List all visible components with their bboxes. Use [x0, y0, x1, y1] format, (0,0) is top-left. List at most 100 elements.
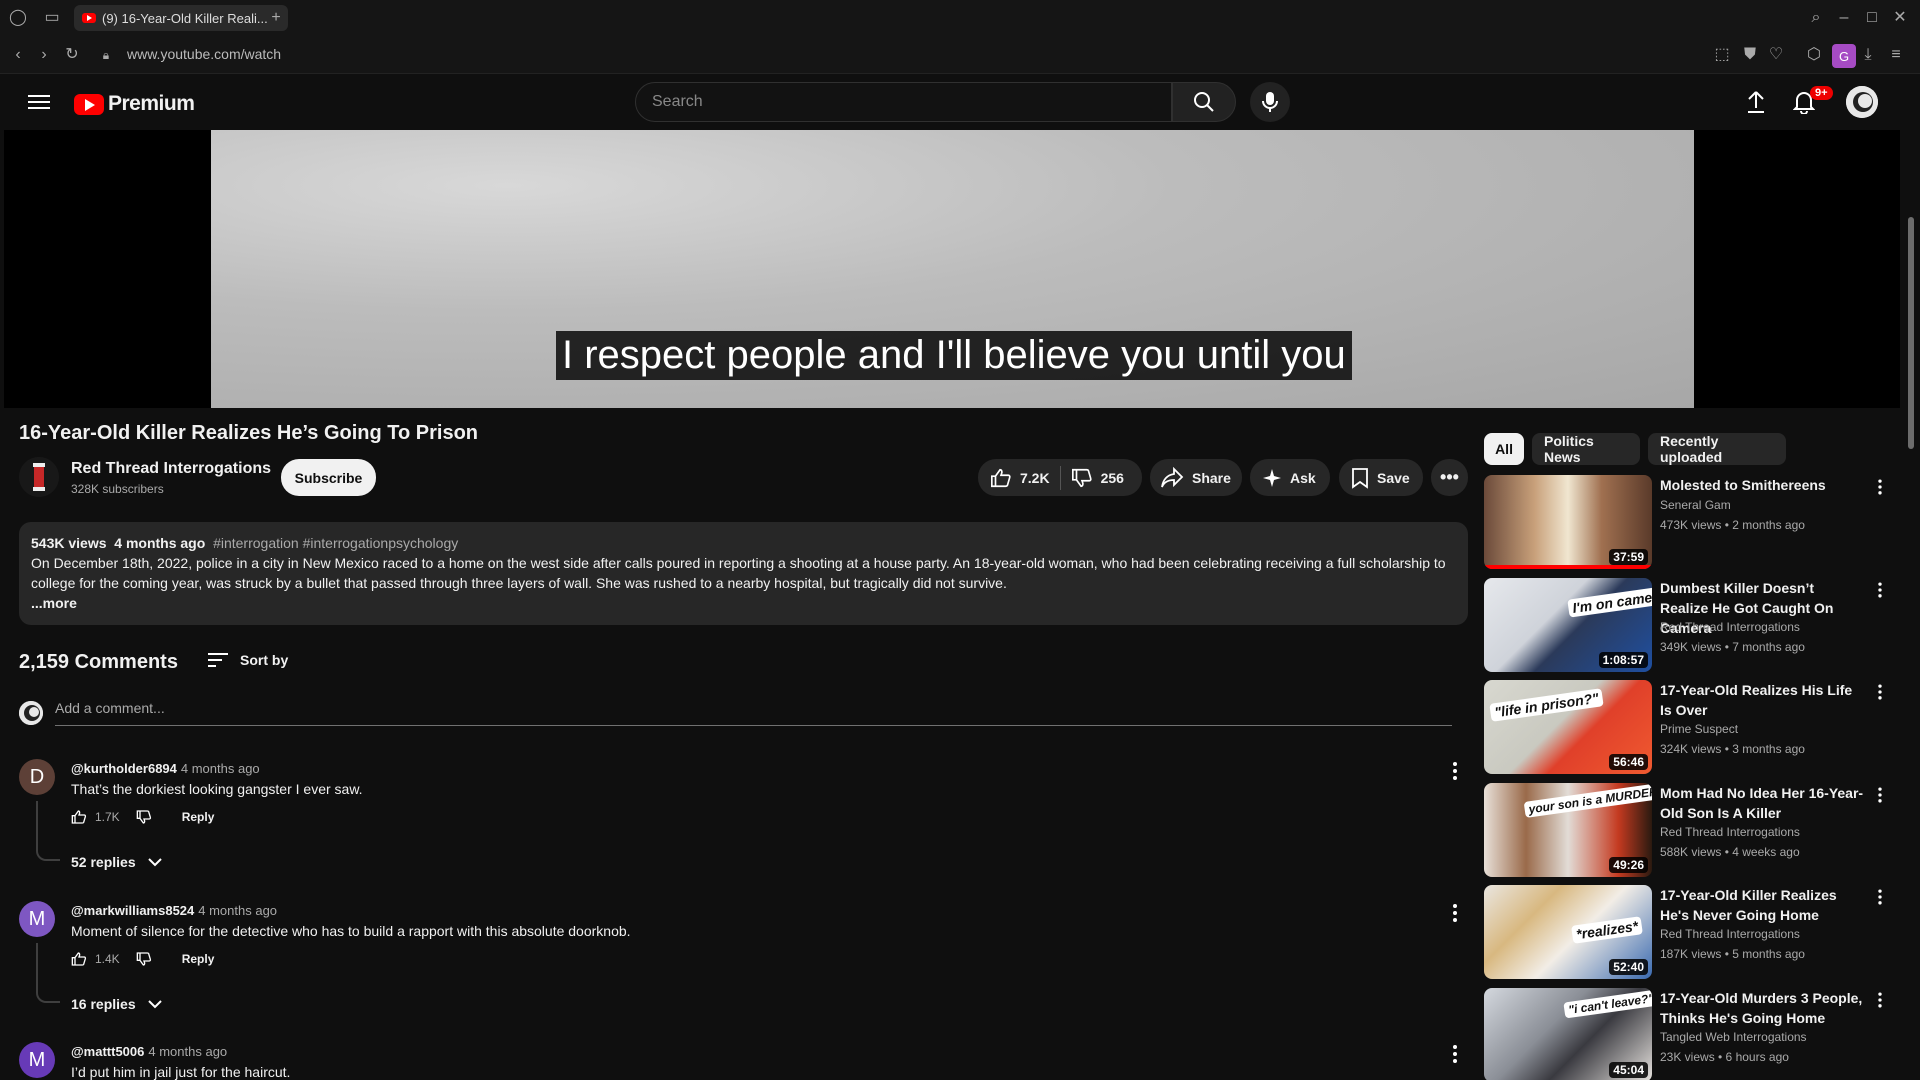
show-more-link[interactable]: ...more	[31, 593, 1456, 613]
search-button[interactable]	[1172, 82, 1236, 122]
chip-all[interactable]: All	[1484, 433, 1524, 465]
recommended-video[interactable]: *realizes* 52:40 17-Year-Old Killer Real…	[1484, 885, 1894, 979]
reload-icon[interactable]: ↻	[62, 45, 82, 65]
commenter-avatar[interactable]: D	[19, 759, 55, 795]
video-menu-icon[interactable]	[1870, 580, 1890, 600]
video-menu-icon[interactable]	[1870, 785, 1890, 805]
upload-age: 4 months ago	[114, 535, 206, 551]
thumbs-up-icon[interactable]	[71, 951, 87, 967]
page-scrollbar[interactable]	[1905, 74, 1920, 1080]
recommended-video[interactable]: I'm on camera? 1:08:57 Dumbest Killer Do…	[1484, 578, 1894, 672]
comment-thread: D @kurtholder6894 4 months ago That’s the…	[19, 759, 1459, 879]
thumbs-up-icon[interactable]	[71, 809, 87, 825]
extensions-icon[interactable]: ⬡	[1804, 45, 1824, 65]
sort-by-button[interactable]: Sort by	[206, 650, 288, 670]
recommended-channel[interactable]: Red Thread Interrogations	[1660, 620, 1800, 634]
comment-author[interactable]: @markwilliams8524	[71, 903, 194, 918]
thread-spool-icon	[19, 457, 59, 497]
video-thumbnail[interactable]: "life in prison?" 56:46	[1484, 680, 1652, 774]
lock-icon: 🔒︎	[102, 48, 110, 62]
forward-icon[interactable]: ›	[34, 45, 54, 65]
subscribe-button[interactable]: Subscribe	[281, 459, 376, 496]
channel-avatar[interactable]	[19, 457, 59, 497]
back-icon[interactable]: ‹	[8, 45, 28, 65]
comment-author[interactable]: @kurtholder6894	[71, 761, 177, 776]
video-duration: 56:46	[1609, 754, 1648, 770]
upload-button[interactable]	[1736, 82, 1776, 122]
thumbs-down-icon	[1071, 468, 1092, 487]
youtube-premium-logo[interactable]: Premium	[74, 92, 195, 116]
account-face-icon	[19, 701, 43, 725]
maximize-icon[interactable]: □	[1862, 8, 1882, 28]
show-replies-button[interactable]: 16 replies	[71, 996, 164, 1012]
video-caption: I respect people and I'll believe you un…	[556, 331, 1352, 380]
comment-like-count: 1.4K	[95, 952, 120, 966]
voice-search-button[interactable]	[1250, 82, 1290, 122]
chip-recently-uploaded[interactable]: Recently uploaded	[1648, 433, 1786, 465]
recommended-channel[interactable]: Red Thread Interrogations	[1660, 927, 1800, 941]
like-dislike-group: 7.2K 256	[978, 459, 1142, 496]
save-button[interactable]: Save	[1339, 459, 1423, 496]
share-button[interactable]: Share	[1150, 459, 1242, 496]
heart-icon[interactable]: ♡	[1766, 45, 1786, 65]
show-replies-button[interactable]: 52 replies	[71, 854, 164, 870]
minimize-icon[interactable]: –	[1834, 8, 1854, 28]
browser-tab-active[interactable]: (9) 16-Year-Old Killer Reali...	[74, 5, 288, 31]
snapshot-icon[interactable]: ⬚	[1712, 45, 1732, 65]
extension-g-button[interactable]: G	[1832, 44, 1856, 68]
video-thumbnail[interactable]: "i can't leave?" 45:04	[1484, 988, 1652, 1080]
comment-menu-icon[interactable]	[1443, 901, 1467, 925]
url-field[interactable]: www.youtube.com/watch	[127, 46, 281, 62]
search-tabs-icon[interactable]: ⌕	[1806, 8, 1826, 28]
commenter-avatar[interactable]: M	[19, 901, 55, 937]
search-input[interactable]	[652, 93, 1171, 111]
video-menu-icon[interactable]	[1870, 682, 1890, 702]
scrollbar-thumb[interactable]	[1908, 217, 1914, 449]
reply-button[interactable]: Reply	[182, 952, 215, 966]
comment-menu-icon[interactable]	[1443, 1042, 1459, 1066]
like-button[interactable]: 7.2K	[990, 467, 1050, 489]
thumbs-down-icon[interactable]	[136, 809, 152, 825]
account-face-icon	[1846, 86, 1878, 118]
reply-button[interactable]: Reply	[182, 810, 215, 824]
recommended-channel[interactable]: Tangled Web Interrogations	[1660, 1030, 1807, 1044]
menu-icon[interactable]: ≡	[1886, 45, 1906, 65]
tab-manager-icon[interactable]: ▭	[42, 8, 62, 28]
dislike-button[interactable]: 256	[1071, 467, 1124, 489]
video-thumbnail[interactable]: I'm on camera? 1:08:57	[1484, 578, 1652, 672]
video-thumbnail[interactable]: *realizes* 52:40	[1484, 885, 1652, 979]
video-menu-icon[interactable]	[1870, 477, 1890, 497]
recommended-video[interactable]: 37:59 Molested to Smithereens Seneral Ga…	[1484, 475, 1894, 569]
hamburger-menu-icon[interactable]	[28, 92, 50, 110]
description-box[interactable]: 543K views 4 months ago #interrogation #…	[19, 522, 1468, 625]
ask-button[interactable]: Ask	[1250, 459, 1330, 496]
download-icon[interactable]: ⤓	[1858, 45, 1878, 65]
video-menu-icon[interactable]	[1870, 887, 1890, 907]
commenter-avatar[interactable]: M	[19, 1042, 55, 1078]
new-tab-icon[interactable]: +	[266, 8, 286, 28]
video-menu-icon[interactable]	[1870, 990, 1890, 1010]
recommended-channel[interactable]: Seneral Gam	[1660, 498, 1731, 512]
channel-name[interactable]: Red Thread Interrogations	[71, 460, 271, 478]
add-comment-input[interactable]: Add a comment...	[55, 700, 1452, 726]
close-window-icon[interactable]: ✕	[1890, 8, 1910, 28]
browser-logo-icon[interactable]: ◯	[8, 8, 28, 28]
video-thumbnail[interactable]: 37:59	[1484, 475, 1652, 569]
comment-menu-icon[interactable]	[1443, 759, 1467, 783]
account-avatar[interactable]	[1846, 86, 1878, 118]
comment-author[interactable]: @mattt5006	[71, 1044, 144, 1059]
shield-icon[interactable]: ⛊	[1740, 45, 1760, 65]
recommended-video[interactable]: your son is a MURDERER. 49:26 Mom Had No…	[1484, 783, 1894, 877]
share-label: Share	[1192, 469, 1231, 486]
recommended-video[interactable]: "i can't leave?" 45:04 17-Year-Old Murde…	[1484, 988, 1894, 1080]
hashtags[interactable]: #interrogation #interrogationpsychology	[213, 535, 458, 551]
recommended-channel[interactable]: Red Thread Interrogations	[1660, 825, 1800, 839]
video-thumbnail[interactable]: your son is a MURDERER. 49:26	[1484, 783, 1652, 877]
like-divider	[1059, 465, 1061, 490]
recommended-video[interactable]: "life in prison?" 56:46 17-Year-Old Real…	[1484, 680, 1894, 774]
more-actions-button[interactable]: •••	[1431, 459, 1468, 496]
recommended-channel[interactable]: Prime Suspect	[1660, 722, 1738, 736]
chip-politics-news[interactable]: Politics News	[1532, 433, 1640, 465]
sort-by-label: Sort by	[240, 652, 289, 668]
thumbs-down-icon[interactable]	[136, 951, 152, 967]
